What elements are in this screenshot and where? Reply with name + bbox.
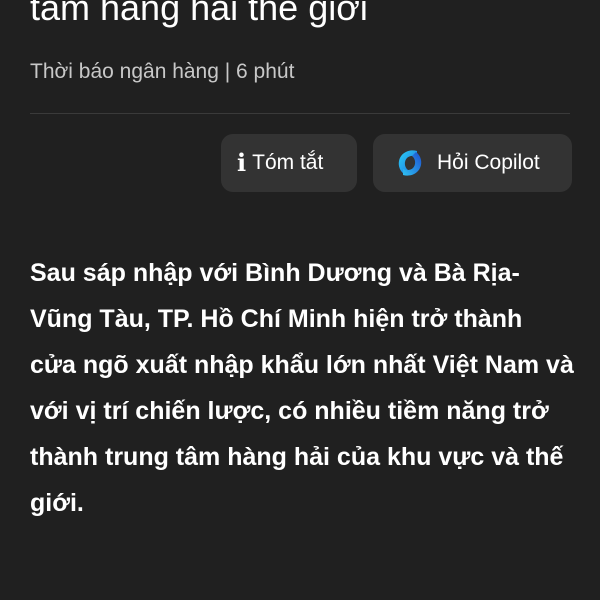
- article-meta: Thời báo ngân hàng | 6 phút: [30, 60, 295, 83]
- copilot-icon: [398, 150, 422, 176]
- info-icon: i: [237, 148, 247, 177]
- article-page: tâm hàng hải thế giới Thời báo ngân hàng…: [0, 0, 600, 600]
- article-body: Sau sáp nhập với Bình Dương và Bà Rịa-Vũ…: [30, 259, 574, 517]
- summary-button-label: Tóm tắt: [252, 151, 324, 174]
- divider: [30, 113, 570, 114]
- article-title: tâm hàng hải thế giới: [30, 0, 368, 28]
- ask-copilot-button[interactable]: Hỏi Copilot: [373, 134, 572, 192]
- summary-button[interactable]: i Tóm tắt: [221, 134, 357, 192]
- copilot-button-label: Hỏi Copilot: [437, 151, 540, 174]
